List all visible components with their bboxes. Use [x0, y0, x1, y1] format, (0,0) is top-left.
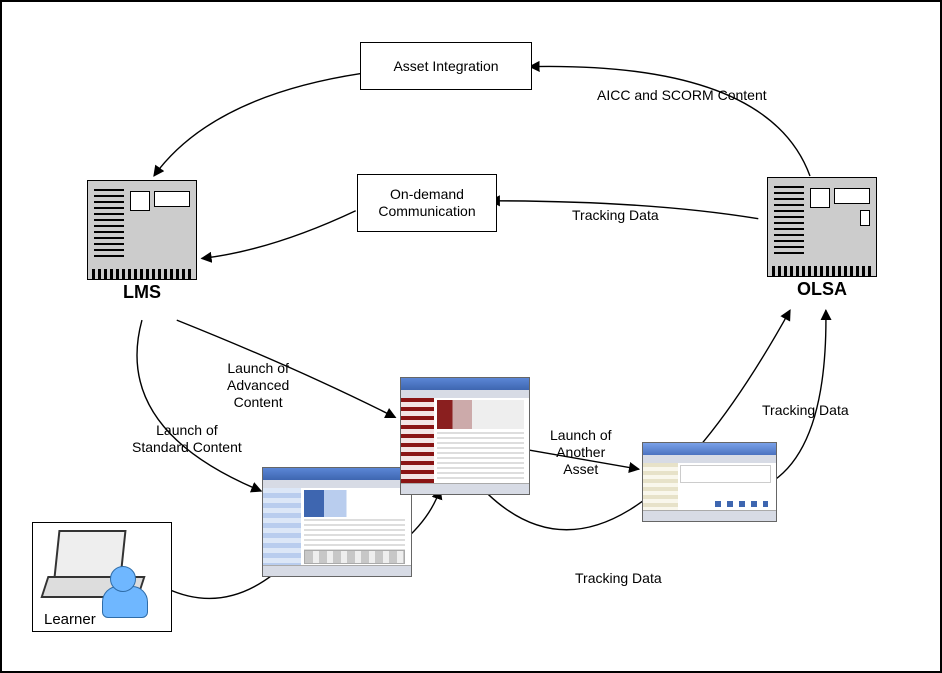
node-lms-server: LMS — [82, 180, 202, 303]
person-icon — [110, 566, 136, 592]
server-icon — [767, 177, 877, 277]
edge-label-aicc-scorm: AICC and SCORM Content — [597, 87, 767, 104]
node-advanced-content-window — [400, 377, 530, 495]
node-asset-integration: Asset Integration — [360, 42, 532, 90]
node-label: On-demand Communication — [378, 186, 475, 220]
node-on-demand-communication: On-demand Communication — [357, 174, 497, 232]
node-standard-content-window — [262, 467, 412, 577]
architecture-diagram: Asset Integration On-demand Communicatio… — [0, 0, 942, 673]
node-label: Asset Integration — [393, 58, 498, 75]
server-icon — [87, 180, 197, 280]
node-olsa-server: OLSA — [762, 177, 882, 300]
edge-label-launch-standard: Launch of Standard Content — [132, 422, 242, 456]
node-label: OLSA — [762, 279, 882, 300]
node-another-asset-window — [642, 442, 777, 522]
node-learner: Learner — [32, 522, 172, 632]
node-label: LMS — [82, 282, 202, 303]
edge-label-tracking-bottom: Tracking Data — [575, 570, 662, 587]
edge-label-launch-another: Launch of Another Asset — [550, 427, 612, 477]
node-label: Learner — [44, 611, 96, 628]
edge-label-tracking-right: Tracking Data — [762, 402, 849, 419]
edge-label-launch-advanced: Launch of Advanced Content — [227, 360, 289, 410]
edge-label-tracking-top: Tracking Data — [572, 207, 659, 224]
